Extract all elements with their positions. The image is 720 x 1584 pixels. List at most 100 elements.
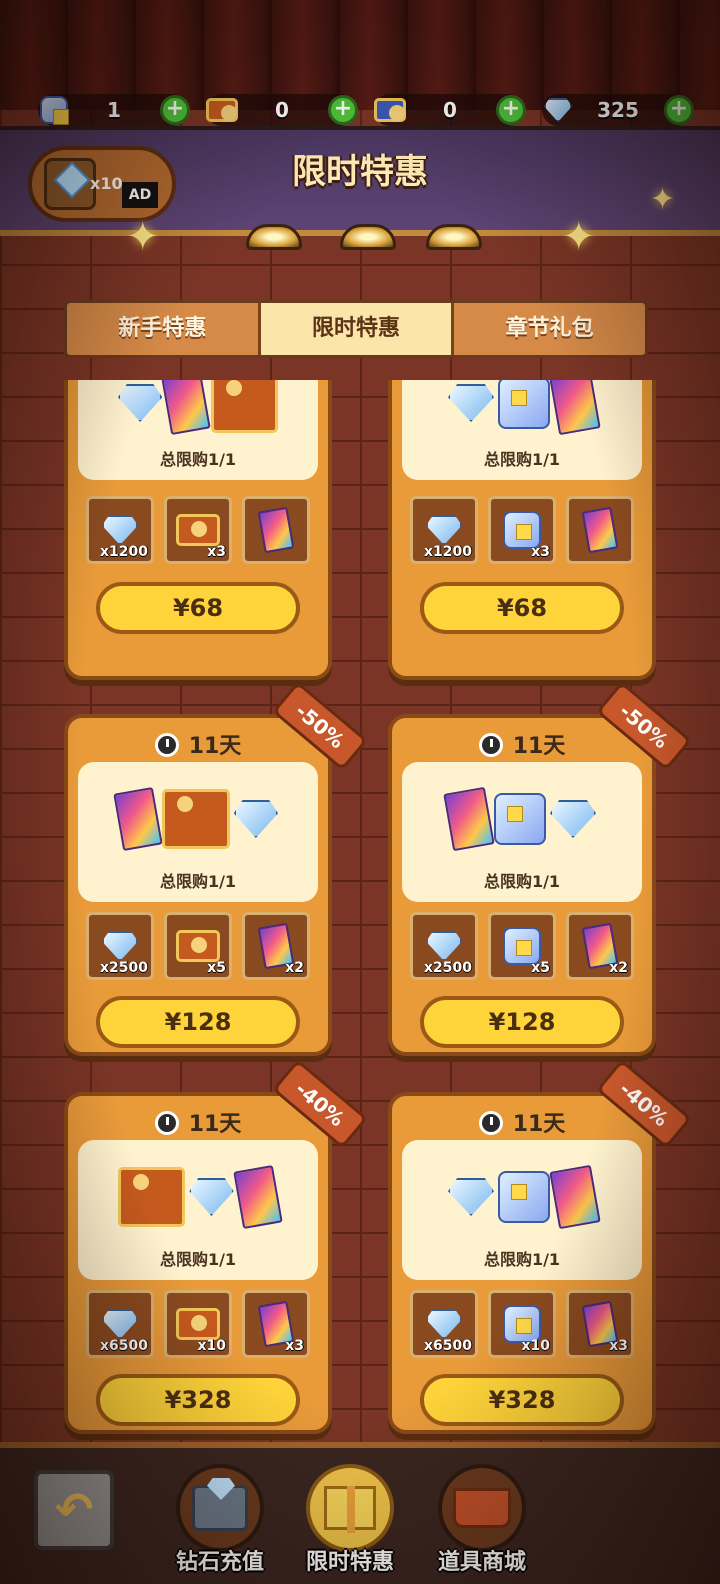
purchase-limit: 总限购1/1 xyxy=(159,1250,237,1269)
buy-button[interactable]: ¥128 xyxy=(420,996,624,1048)
buy-button[interactable]: ¥68 xyxy=(420,582,624,634)
item-card-pack[interactable]: x3 xyxy=(566,1290,634,1358)
offer-card: 11天 -40% 总限购1/1 x6500 x10 x3 ¥328 xyxy=(64,1059,369,1434)
shop-basket-icon xyxy=(438,1464,526,1552)
item-diamond[interactable]: x6500 xyxy=(410,1290,478,1358)
sparkle-icon: ✦ xyxy=(650,182,676,217)
buy-button[interactable]: ¥328 xyxy=(96,1374,300,1426)
currency-value: 325 xyxy=(597,98,639,122)
nav-label: 限时特惠 xyxy=(305,1550,394,1575)
tab-limited-deals[interactable]: 限时特惠 xyxy=(257,303,452,355)
currency-value: 0 xyxy=(443,98,457,122)
offer-items: x2500 x5 x2 xyxy=(86,912,310,982)
diamond-crate-icon xyxy=(176,1464,264,1552)
back-arrow-icon: ↶ xyxy=(54,1482,94,1536)
card-pack-icon xyxy=(257,506,295,554)
tab-newbie-deals[interactable]: 新手特惠 xyxy=(67,303,258,355)
offer-card: 11天 -50% 总限购1/1 x2500 x5 x2 ¥128 xyxy=(388,681,693,1056)
buy-button[interactable]: ¥68 xyxy=(96,582,300,634)
diamond-icon xyxy=(426,1309,462,1339)
offer-timer: 11天 xyxy=(392,728,652,760)
offer-card: 总限购1/1 x1200 x3 ¥68 xyxy=(388,380,656,680)
nav-item-shop[interactable]: 道具商城 xyxy=(428,1464,536,1584)
currency-diamond: 325 + xyxy=(540,92,694,128)
purchase-limit: 总限购1/1 xyxy=(483,872,561,891)
purchase-limit: 总限购1/1 xyxy=(483,450,561,469)
add-diamond-button[interactable]: + xyxy=(664,95,694,125)
offer-showcase: 总限购1/1 xyxy=(78,1140,318,1280)
lamp-icon xyxy=(426,224,482,250)
purchase-limit: 总限购1/1 xyxy=(159,872,237,891)
item-diamond[interactable]: x1200 xyxy=(86,496,154,564)
offer-showcase: 总限购1/1 xyxy=(402,1140,642,1280)
nav-limited-deals[interactable]: 限时特惠 xyxy=(296,1464,404,1584)
offer-items: x1200 x3 xyxy=(86,496,310,566)
ticket-icon xyxy=(176,930,220,962)
diamond-icon xyxy=(426,931,462,961)
ad-chest-button[interactable]: x10 AD xyxy=(28,146,176,222)
clock-icon xyxy=(478,1111,503,1135)
purchase-limit: 总限购1/1 xyxy=(159,450,237,469)
clock-icon xyxy=(154,1111,179,1135)
lamp-icon xyxy=(340,224,396,250)
item-diamond[interactable]: x1200 xyxy=(410,496,478,564)
currency-value: 1 xyxy=(107,98,121,122)
bundle-art xyxy=(113,776,278,862)
item-card-pack[interactable] xyxy=(242,496,310,564)
ad-tv-icon: AD xyxy=(122,182,158,208)
bundle-art xyxy=(118,380,278,446)
offer-items: x6500 x10 x3 xyxy=(410,1290,634,1360)
item-card-pack[interactable] xyxy=(566,496,634,564)
offer-showcase: 总限购1/1 xyxy=(78,762,318,902)
offer-card: 总限购1/1 x1200 x3 ¥68 xyxy=(64,380,332,680)
item-ticket[interactable]: x5 xyxy=(164,912,232,980)
item-cube[interactable]: x3 xyxy=(488,496,556,564)
back-button[interactable]: ↶ xyxy=(34,1470,114,1550)
buy-button[interactable]: ¥328 xyxy=(420,1374,624,1426)
currency-ticket: 0 + xyxy=(204,92,358,128)
nav-label: 钻石充值 xyxy=(175,1550,264,1575)
ticket-icon xyxy=(204,92,240,128)
item-diamond[interactable]: x2500 xyxy=(410,912,478,980)
offer-timer: 11天 xyxy=(392,1106,652,1138)
offer-timer: 11天 xyxy=(68,1106,328,1138)
add-blue-ticket-button[interactable]: + xyxy=(496,95,526,125)
bundle-art xyxy=(442,380,602,446)
offer-showcase: 总限购1/1 xyxy=(402,380,642,480)
tab-chapter-packs[interactable]: 章节礼包 xyxy=(451,303,645,355)
item-ticket[interactable]: x10 xyxy=(164,1290,232,1358)
add-cube-button[interactable]: + xyxy=(160,95,190,125)
diamond-icon xyxy=(540,92,576,128)
item-card-pack[interactable]: x2 xyxy=(242,912,310,980)
ticket-icon xyxy=(176,1308,220,1340)
item-cube[interactable]: x5 xyxy=(488,912,556,980)
item-card-pack[interactable]: x2 xyxy=(566,912,634,980)
item-diamond[interactable]: x2500 xyxy=(86,912,154,980)
item-ticket[interactable]: x3 xyxy=(164,496,232,564)
offer-timer: 11天 xyxy=(68,728,328,760)
clock-icon xyxy=(154,733,179,757)
offer-list[interactable]: 总限购1/1 x1200 x3 ¥68 总限购1/1 x1200 x3 ¥68 … xyxy=(0,380,720,1440)
treasure-chest-icon xyxy=(44,158,96,210)
item-cube[interactable]: x10 xyxy=(488,1290,556,1358)
gift-box-icon xyxy=(306,1464,394,1552)
buy-button[interactable]: ¥128 xyxy=(96,996,300,1048)
item-card-pack[interactable]: x3 xyxy=(242,1290,310,1358)
shop-tabs: 新手特惠 限时特惠 章节礼包 xyxy=(64,300,648,358)
bottom-nav: ↶ 钻石充值 限时特惠 道具商城 xyxy=(0,1442,720,1584)
currency-blue-ticket: 0 + xyxy=(374,94,526,126)
add-ticket-button[interactable]: + xyxy=(328,95,358,125)
lamp-icon xyxy=(246,224,302,250)
offer-showcase: 总限购1/1 xyxy=(402,762,642,902)
currency-bar: 1 + 0 + 0 + 325 + xyxy=(38,94,708,128)
item-diamond[interactable]: x6500 xyxy=(86,1290,154,1358)
nav-diamond-recharge[interactable]: 钻石充值 xyxy=(166,1464,274,1584)
offer-items: x1200 x3 xyxy=(410,496,634,566)
ticket-icon xyxy=(176,514,220,546)
offer-showcase: 总限购1/1 xyxy=(78,380,318,480)
diamond-icon xyxy=(102,1309,138,1339)
nav-label: 道具商城 xyxy=(437,1550,526,1575)
diamond-icon xyxy=(102,515,138,545)
currency-value: 0 xyxy=(275,98,289,122)
currency-cube: 1 + xyxy=(38,94,190,126)
